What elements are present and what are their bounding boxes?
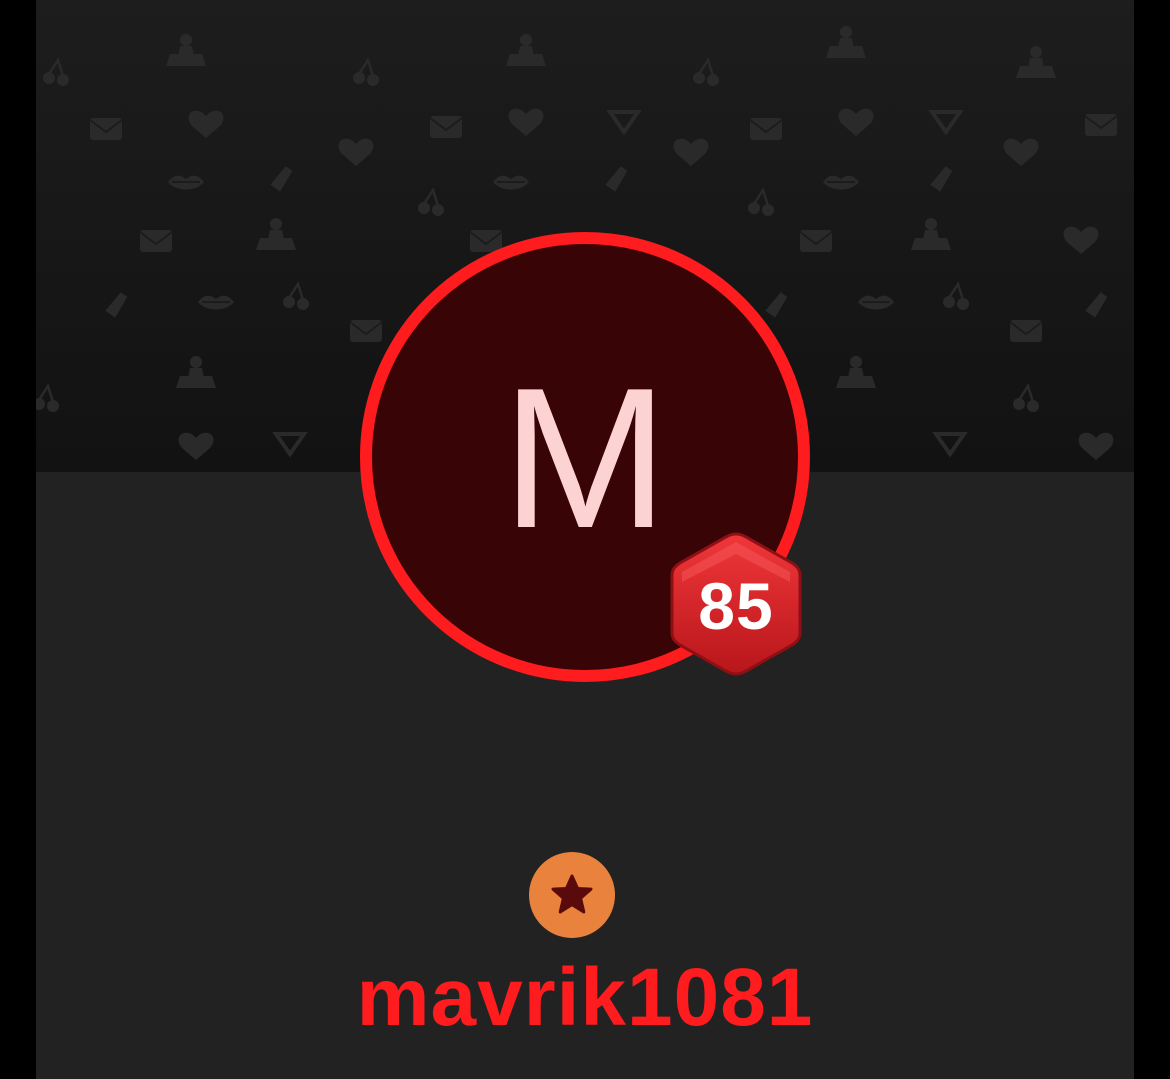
rank-badge[interactable] (529, 852, 615, 938)
level-badge[interactable]: 85 (668, 530, 804, 678)
profile-header: M 85 mavrik1081 (36, 0, 1134, 1079)
left-gutter (0, 0, 36, 1079)
star-icon (551, 874, 593, 914)
avatar-initial: M (501, 347, 669, 570)
level-value: 85 (698, 569, 774, 643)
right-gutter (1134, 0, 1170, 1079)
username: mavrik1081 (356, 952, 814, 1043)
